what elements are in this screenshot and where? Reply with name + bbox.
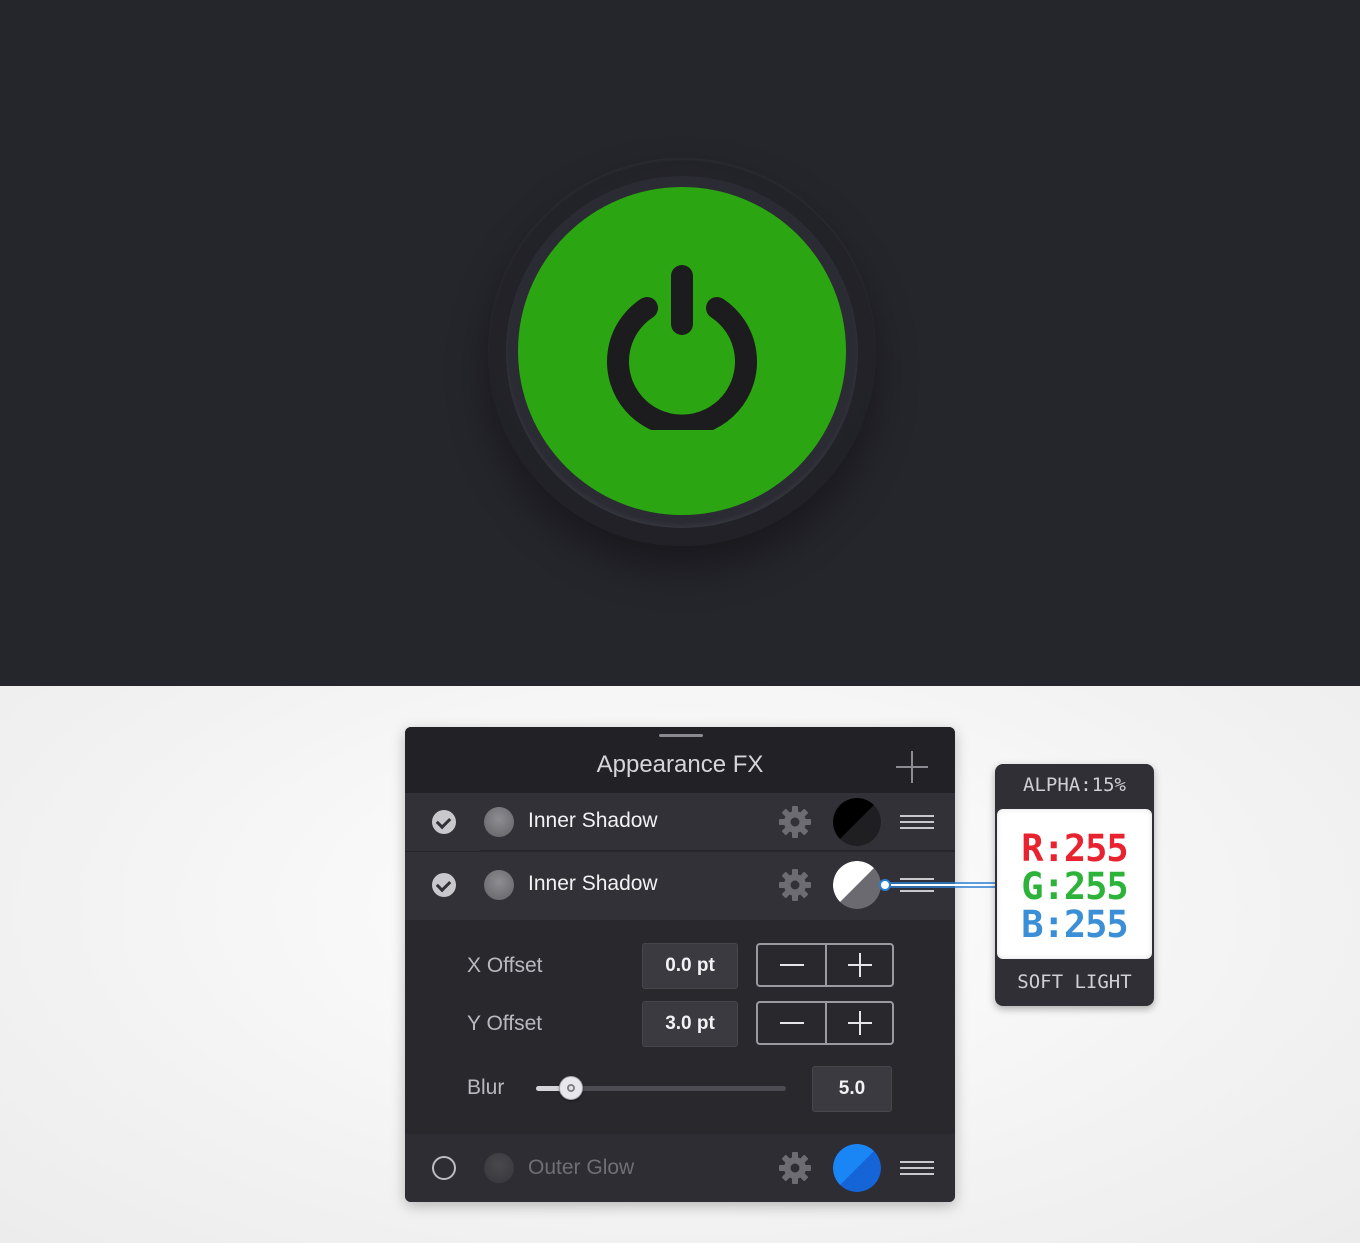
panel-title: Appearance FX bbox=[596, 751, 764, 778]
effect-row-inner-shadow-2[interactable]: Inner Shadow bbox=[405, 851, 955, 920]
y-offset-label: Y Offset bbox=[467, 1012, 543, 1035]
panel-header: Appearance FX bbox=[405, 727, 955, 793]
blend-mode-label: SOFT LIGHT bbox=[1017, 971, 1132, 993]
blue-value: B:255 bbox=[1021, 903, 1128, 946]
y-offset-minus-button[interactable] bbox=[758, 1003, 825, 1043]
effect-visibility-dot[interactable] bbox=[484, 807, 514, 837]
power-icon bbox=[607, 265, 757, 430]
artboard-canvas bbox=[0, 0, 1360, 686]
gear-icon[interactable] bbox=[777, 804, 813, 840]
y-offset-field[interactable]: 3.0 pt bbox=[642, 1001, 738, 1047]
add-effect-button[interactable] bbox=[895, 751, 929, 785]
color-swatch[interactable] bbox=[833, 861, 881, 909]
effect-visibility-dot[interactable] bbox=[484, 870, 514, 900]
effect-enabled-checkbox[interactable] bbox=[432, 810, 456, 834]
gear-icon[interactable] bbox=[777, 1150, 813, 1186]
x-offset-plus-button[interactable] bbox=[827, 945, 894, 985]
color-swatch[interactable] bbox=[833, 798, 881, 846]
blur-slider-handle[interactable] bbox=[559, 1076, 583, 1100]
x-offset-stepper bbox=[756, 943, 894, 987]
blur-label: Blur bbox=[467, 1076, 505, 1099]
effect-enabled-checkbox[interactable] bbox=[432, 873, 456, 897]
gear-icon[interactable] bbox=[777, 867, 813, 903]
blur-field[interactable]: 5.0 bbox=[812, 1066, 892, 1112]
color-info-callout: ALPHA:15% R:255 G:255 B:255 SOFT LIGHT bbox=[995, 764, 1154, 1006]
menu-icon[interactable] bbox=[900, 815, 934, 829]
green-value: G:255 bbox=[1021, 865, 1128, 908]
panel-drag-handle[interactable] bbox=[659, 734, 703, 737]
callout-connector bbox=[879, 879, 996, 891]
menu-icon[interactable] bbox=[900, 1161, 934, 1175]
appearance-fx-panel: Appearance FX Inner Shadow Inner Shadow … bbox=[405, 727, 955, 1202]
effect-row-outer-glow[interactable]: Outer Glow bbox=[405, 1134, 955, 1202]
effect-settings: X Offset 0.0 pt Y Offset 3.0 pt Blur 5.0 bbox=[405, 920, 955, 1134]
color-swatch[interactable] bbox=[833, 1144, 881, 1192]
blur-slider[interactable] bbox=[536, 1076, 786, 1100]
y-offset-stepper bbox=[756, 1001, 894, 1045]
x-offset-field[interactable]: 0.0 pt bbox=[642, 943, 738, 989]
effect-label: Inner Shadow bbox=[528, 872, 658, 895]
effect-enabled-checkbox[interactable] bbox=[432, 1156, 456, 1180]
effect-label: Inner Shadow bbox=[528, 809, 658, 832]
x-offset-label: X Offset bbox=[467, 954, 543, 977]
effect-visibility-dot[interactable] bbox=[484, 1153, 514, 1183]
red-value: R:255 bbox=[1021, 827, 1128, 870]
alpha-label: ALPHA:15% bbox=[1023, 774, 1126, 796]
effect-label: Outer Glow bbox=[528, 1156, 635, 1179]
y-offset-plus-button[interactable] bbox=[827, 1003, 894, 1043]
rgb-values: R:255 G:255 B:255 bbox=[997, 809, 1152, 959]
x-offset-minus-button[interactable] bbox=[758, 945, 825, 985]
effect-row-inner-shadow-1[interactable]: Inner Shadow bbox=[405, 793, 955, 851]
